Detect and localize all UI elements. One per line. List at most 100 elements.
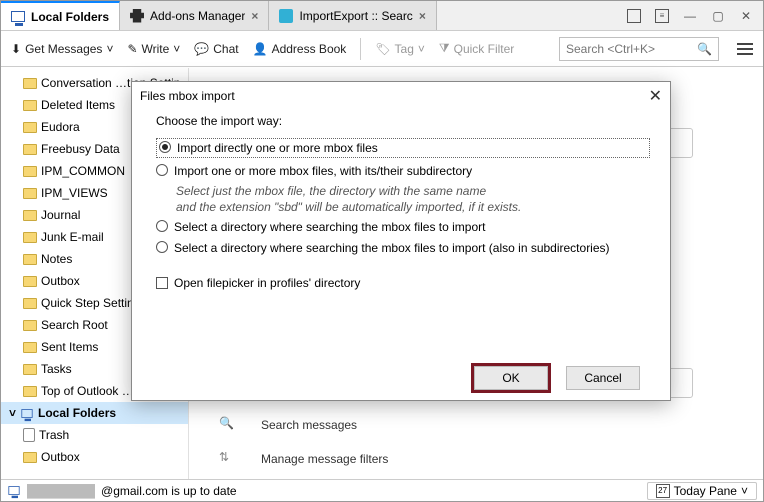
- folder-label: Tasks: [41, 362, 72, 376]
- today-pane-label: Today Pane: [674, 484, 737, 498]
- maximize-button[interactable]: ▢: [705, 6, 731, 26]
- tab-importexport[interactable]: ImportExport :: Searc ×: [269, 1, 436, 30]
- radio-icon: [156, 164, 168, 176]
- tasks-icon[interactable]: ≡: [649, 6, 675, 26]
- dialog-footer: OK Cancel: [132, 356, 670, 400]
- folder-label: Outbox: [41, 274, 80, 288]
- address-book-button[interactable]: 👤 Address Book: [249, 40, 351, 58]
- folder-label: Journal: [41, 208, 80, 222]
- option-label: Select a directory where searching the m…: [174, 240, 610, 256]
- folder-label: Search Root: [41, 318, 108, 332]
- chat-button[interactable]: 💬 Chat: [190, 40, 242, 58]
- tab-label: Local Folders: [31, 10, 109, 24]
- status-bar: ████████ @gmail.com is up to date 27 Tod…: [1, 479, 763, 501]
- radio-icon: [159, 141, 171, 153]
- address-book-label: Address Book: [272, 42, 347, 56]
- folder-icon: [23, 78, 37, 89]
- close-window-button[interactable]: ✕: [733, 6, 759, 26]
- tab-local-folders[interactable]: Local Folders: [1, 1, 120, 30]
- folder-label: Sent Items: [41, 340, 98, 354]
- filters-icon: ⇅: [219, 450, 237, 468]
- quick-filter-button[interactable]: ⧩ Quick Filter: [435, 39, 518, 58]
- folder-label: Top of Outlook …: [41, 384, 134, 398]
- folder-label: IPM_COMMON: [41, 164, 125, 178]
- dialog-close-button[interactable]: ✕: [649, 86, 662, 106]
- option-hint: Select just the mbox file, the directory…: [176, 184, 650, 198]
- window-buttons: ≡ — ▢ ✕: [621, 1, 763, 30]
- folder-label: Junk E-mail: [41, 230, 104, 244]
- action-manage-filters[interactable]: ⇅ Manage message filters: [219, 450, 388, 468]
- today-pane-button[interactable]: 27 Today Pane ˅: [647, 482, 757, 500]
- menu-button[interactable]: [733, 43, 757, 55]
- action-search-messages[interactable]: 🔍 Search messages: [219, 416, 357, 434]
- main-toolbar: ⬇ Get Messages ˅ ✎ Write ˅ 💬 Chat 👤 Addr…: [1, 31, 763, 67]
- screen-icon: [21, 409, 32, 418]
- folder-icon: [23, 298, 37, 309]
- ok-button[interactable]: OK: [474, 366, 548, 390]
- status-account: ████████: [27, 484, 95, 498]
- close-icon[interactable]: ×: [251, 9, 258, 23]
- search-box[interactable]: 🔍: [559, 37, 719, 61]
- folder-label: Outbox: [41, 450, 80, 464]
- folder-label: Notes: [41, 252, 72, 266]
- tab-addons[interactable]: Add-ons Manager ×: [120, 1, 269, 30]
- search-icon: 🔍: [219, 416, 237, 434]
- folder-outbox[interactable]: Outbox: [1, 446, 188, 468]
- minimize-button[interactable]: —: [677, 6, 703, 26]
- folder-icon: [23, 276, 37, 287]
- dialog-titlebar: Files mbox import ✕: [132, 82, 670, 110]
- tab-label: Add-ons Manager: [150, 9, 245, 23]
- folder-icon: [23, 166, 37, 177]
- option-label: Import directly one or more mbox files: [177, 140, 378, 156]
- import-dialog: Files mbox import ✕ Choose the import wa…: [131, 81, 671, 401]
- folder-icon: [23, 100, 37, 111]
- checkbox-icon: [156, 277, 168, 289]
- thunderbird-icon: [279, 9, 293, 23]
- radio-option-dirsearch[interactable]: Select a directory where searching the m…: [156, 219, 650, 235]
- dialog-title: Files mbox import: [140, 89, 235, 103]
- checkbox-filepicker-profiles[interactable]: Open filepicker in profiles' directory: [156, 276, 650, 290]
- account-label: Local Folders: [38, 406, 116, 420]
- ok-label: OK: [502, 371, 519, 385]
- radio-icon: [156, 241, 168, 253]
- folder-icon: [23, 386, 37, 397]
- folder-trash[interactable]: Trash: [1, 424, 188, 446]
- folder-label: Trash: [39, 428, 69, 442]
- close-icon[interactable]: ×: [419, 9, 426, 23]
- radio-option-dirsearch-sub[interactable]: Select a directory where searching the m…: [156, 240, 650, 256]
- write-label: Write: [142, 42, 170, 56]
- get-messages-button[interactable]: ⬇ Get Messages ˅: [7, 40, 117, 58]
- puzzle-icon: [130, 9, 144, 23]
- action-label: Search messages: [261, 418, 357, 432]
- cancel-label: Cancel: [584, 371, 621, 385]
- search-icon: 🔍: [697, 42, 712, 56]
- folder-icon: [23, 144, 37, 155]
- toolbar-separator: [360, 38, 361, 60]
- trash-icon: [23, 428, 35, 442]
- radio-option-subdir[interactable]: Import one or more mbox files, with its/…: [156, 163, 650, 179]
- folder-icon: [23, 320, 37, 331]
- folder-icon: [23, 254, 37, 265]
- cancel-button[interactable]: Cancel: [566, 366, 640, 390]
- option-label: Import one or more mbox files, with its/…: [174, 163, 472, 179]
- folder-icon: [23, 452, 37, 463]
- status-text: @gmail.com is up to date: [101, 484, 237, 498]
- calendar-icon[interactable]: [621, 6, 647, 26]
- folder-icon: [23, 210, 37, 221]
- tag-button[interactable]: 🏷 Tag ˅: [371, 40, 429, 58]
- folder-label: Freebusy Data: [41, 142, 120, 156]
- get-messages-label: Get Messages: [25, 42, 102, 56]
- tab-label: ImportExport :: Searc: [299, 9, 412, 23]
- radio-option-direct[interactable]: Import directly one or more mbox files: [156, 138, 650, 158]
- dialog-prompt: Choose the import way:: [156, 114, 650, 128]
- folder-label: IPM_VIEWS: [41, 186, 108, 200]
- radio-icon: [156, 220, 168, 232]
- write-button[interactable]: ✎ Write ˅: [123, 40, 184, 58]
- folder-icon: [23, 122, 37, 133]
- folder-icon: [23, 232, 37, 243]
- dialog-body: Choose the import way: Import directly o…: [132, 110, 670, 356]
- tab-bar: Local Folders Add-ons Manager × ImportEx…: [1, 1, 763, 31]
- account-local-folders[interactable]: ˅ Local Folders: [1, 402, 188, 424]
- search-input[interactable]: [566, 42, 697, 56]
- folder-icon: [23, 364, 37, 375]
